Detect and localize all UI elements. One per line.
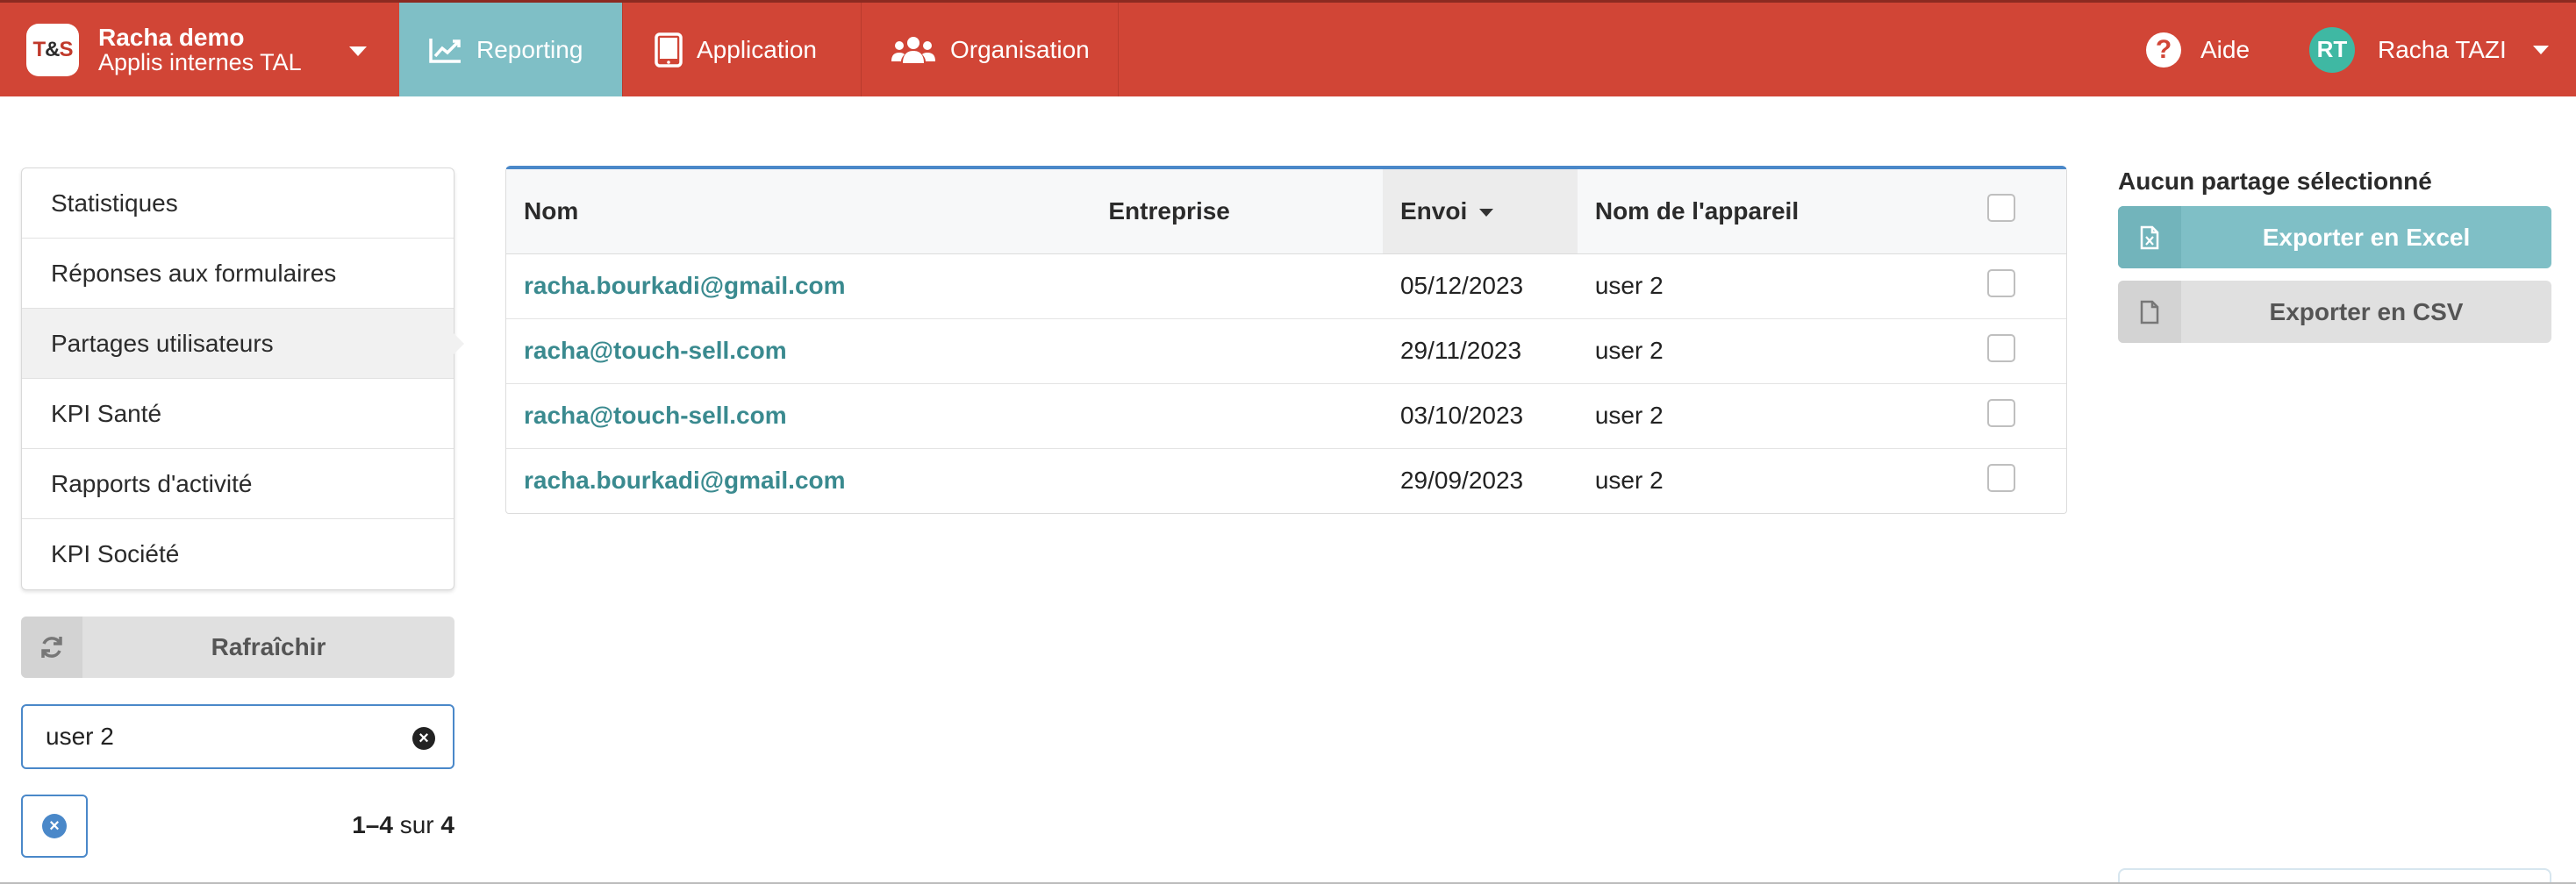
cell-appareil: user 2	[1577, 318, 1988, 384]
refresh-button[interactable]: Rafraîchir	[21, 617, 454, 678]
avatar: RT	[2309, 26, 2355, 73]
cell-envoi: 05/12/2023	[1382, 253, 1578, 319]
file-excel-icon	[2118, 206, 2181, 268]
export-excel-label: Exporter en Excel	[2262, 223, 2471, 251]
column-header-nom[interactable]: Nom	[506, 169, 1091, 254]
question-circle-icon: ?	[2146, 32, 2181, 68]
cell-envoi: 29/09/2023	[1399, 467, 1524, 495]
table-row[interactable]: racha@touch-sell.com 03/10/2023 user 2	[506, 383, 2066, 449]
cell-envoi: 29/11/2023	[1382, 318, 1578, 384]
search-field: ×	[21, 704, 454, 769]
cell-entreprise	[1091, 318, 1383, 384]
tablet-icon	[655, 32, 683, 68]
tab-reporting-label: Reporting	[476, 35, 583, 63]
top-navbar: T & S Racha demo Applis internes TAL Repor…	[0, 0, 2576, 96]
clear-filters-button[interactable]: ×	[21, 795, 88, 858]
cell-appareil: user 2	[1577, 253, 1988, 319]
sidebar-item-statistiques[interactable]: Statistiques	[22, 168, 454, 239]
column-header-appareil[interactable]: Nom de l'appareil	[1577, 169, 1988, 254]
close-circle-icon: ×	[42, 814, 67, 838]
users-icon	[891, 36, 935, 63]
workspace-subtitle: Applis internes TAL	[98, 48, 302, 75]
column-header-envoi[interactable]: Envoi	[1382, 169, 1578, 254]
reporting-sidebar-menu: Statistiques Réponses aux formulaires Pa…	[21, 168, 464, 590]
help-label: Aide	[2200, 35, 2250, 63]
select-all-checkbox[interactable]	[1987, 194, 2016, 223]
select-all-cell	[1987, 169, 2066, 254]
sidebar-item-kpi-societe[interactable]: KPI Société	[22, 519, 454, 589]
cell-entreprise	[1091, 253, 1383, 319]
workspace-switcher[interactable]: T & S Racha demo Applis internes TAL	[26, 3, 395, 96]
cell-appareil: user 2	[1594, 467, 1664, 495]
row-checkbox[interactable]	[1987, 268, 2016, 297]
sidebar-item-kpi-sante[interactable]: KPI Santé	[22, 379, 454, 449]
pagination-count: 1–4 sur 4	[263, 811, 454, 839]
clear-search-icon[interactable]: ×	[412, 727, 435, 750]
table-row[interactable]: racha@touch-sell.com 29/11/2023 user 2	[506, 318, 2066, 384]
chevron-down-icon	[2532, 45, 2549, 54]
row-checkbox[interactable]	[1987, 333, 2016, 362]
column-header-entreprise[interactable]: Entreprise	[1091, 169, 1383, 254]
refresh-icon	[21, 617, 82, 678]
chart-line-icon	[429, 38, 461, 63]
row-checkbox[interactable]	[1987, 463, 2016, 492]
workspace-text: Racha demo Applis internes TAL	[98, 25, 302, 75]
sort-desc-icon	[1479, 208, 1494, 217]
cell-entreprise	[1091, 383, 1383, 449]
cell-nom[interactable]: racha@touch-sell.com	[506, 383, 1091, 449]
export-excel-button[interactable]: Exporter en Excel	[2118, 206, 2551, 268]
tab-reporting[interactable]: Reporting	[399, 3, 623, 96]
export-csv-label: Exporter en CSV	[2269, 297, 2464, 325]
shares-table: Nom Entreprise Envoi Nom de l'appareil r…	[505, 166, 2067, 514]
sidebar-item-rapports-activite[interactable]: Rapports d'activité	[22, 449, 454, 519]
pagination-range: 1–4	[352, 811, 393, 838]
workspace-name: Racha demo	[98, 23, 245, 51]
tab-application-label: Application	[697, 35, 817, 63]
cell-nom[interactable]: racha.bourkadi@gmail.com	[506, 253, 1091, 319]
table-row[interactable]: racha.bourkadi@gmail.com 29/09/2023 user…	[506, 448, 2066, 513]
search-input[interactable]	[46, 723, 397, 751]
cell-select	[1987, 253, 2066, 319]
column-header-envoi-label: Envoi	[1399, 196, 1468, 225]
user-menu[interactable]: RT Racha TAZI	[2309, 3, 2549, 96]
table-header-row: Nom Entreprise Envoi Nom de l'appareil	[506, 169, 2066, 254]
user-name: Racha TAZI	[2378, 35, 2507, 63]
sidebar-item-reponses-formulaires[interactable]: Réponses aux formulaires	[22, 239, 454, 309]
tab-organisation[interactable]: Organisation	[862, 3, 1119, 96]
cell-appareil: user 2	[1577, 383, 1988, 449]
export-csv-button[interactable]: Exporter en CSV	[2118, 281, 2551, 343]
table-row[interactable]: racha.bourkadi@gmail.com 05/12/2023 user…	[506, 253, 2066, 319]
sidebar-item-partages-utilisateurs[interactable]: Partages utilisateurs	[22, 309, 464, 379]
pagination-total: 4	[440, 811, 454, 838]
file-icon	[2118, 281, 2181, 343]
tab-organisation-label: Organisation	[950, 35, 1090, 63]
cell-select	[1987, 383, 2066, 449]
app-logo: T & S	[26, 23, 79, 76]
cell-nom[interactable]: racha.bourkadi@gmail.com	[506, 448, 1091, 513]
cell-entreprise	[1091, 448, 1383, 513]
cell-select	[1987, 448, 2066, 513]
refresh-label: Rafraîchir	[211, 633, 326, 660]
cell-nom[interactable]: racha@touch-sell.com	[506, 318, 1091, 384]
tab-application[interactable]: Application	[623, 3, 862, 96]
selection-status-title: Aucun partage sélectionné	[2118, 168, 2432, 195]
chevron-down-icon	[349, 46, 367, 56]
cell-envoi: 03/10/2023	[1382, 383, 1578, 449]
cell-select	[1987, 318, 2066, 384]
row-checkbox[interactable]	[1987, 398, 2016, 427]
help-link[interactable]: ? Aide	[2146, 3, 2250, 96]
pagination-of: sur	[399, 811, 434, 838]
